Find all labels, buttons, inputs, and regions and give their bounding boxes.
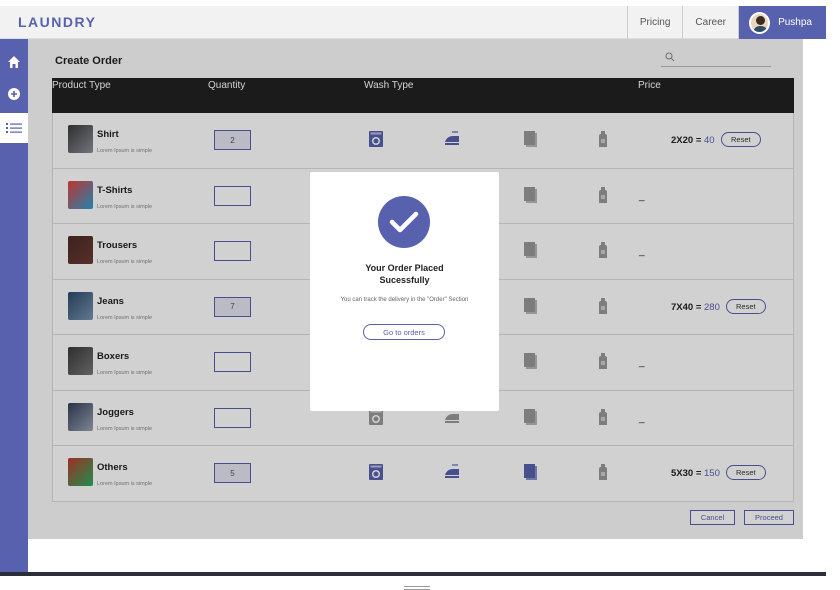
brand-logo[interactable]: LAUNDRY xyxy=(18,14,96,30)
nav-career[interactable]: Career xyxy=(682,6,738,39)
modal-subtitle: You can track the delivery in the "Order… xyxy=(340,297,469,303)
footer xyxy=(0,572,826,576)
top-bar: LAUNDRY Pricing Career Pushpa xyxy=(0,6,826,39)
nav-pricing[interactable]: Pricing xyxy=(626,6,683,39)
drag-handle-icon[interactable] xyxy=(404,586,430,590)
add-circle-icon xyxy=(8,88,20,100)
modal-title: Your Order Placed Sucessfully xyxy=(365,263,444,285)
go-to-orders-button[interactable]: Go to orders xyxy=(363,324,445,340)
sidebar-item-home[interactable] xyxy=(0,47,28,77)
sidebar-item-create[interactable] xyxy=(0,79,28,109)
home-icon xyxy=(8,56,20,68)
user-menu[interactable]: Pushpa xyxy=(738,6,826,39)
avatar xyxy=(749,11,771,34)
sidebar-item-orders[interactable] xyxy=(0,113,28,143)
top-nav: Pricing Career Pushpa xyxy=(626,6,826,39)
success-check-icon xyxy=(378,196,430,248)
sidebar-bottom xyxy=(0,538,28,572)
list-icon xyxy=(6,123,22,133)
success-modal: Your Order Placed Sucessfully You can tr… xyxy=(310,172,499,411)
user-name: Pushpa xyxy=(778,17,812,28)
sidebar xyxy=(0,39,28,572)
